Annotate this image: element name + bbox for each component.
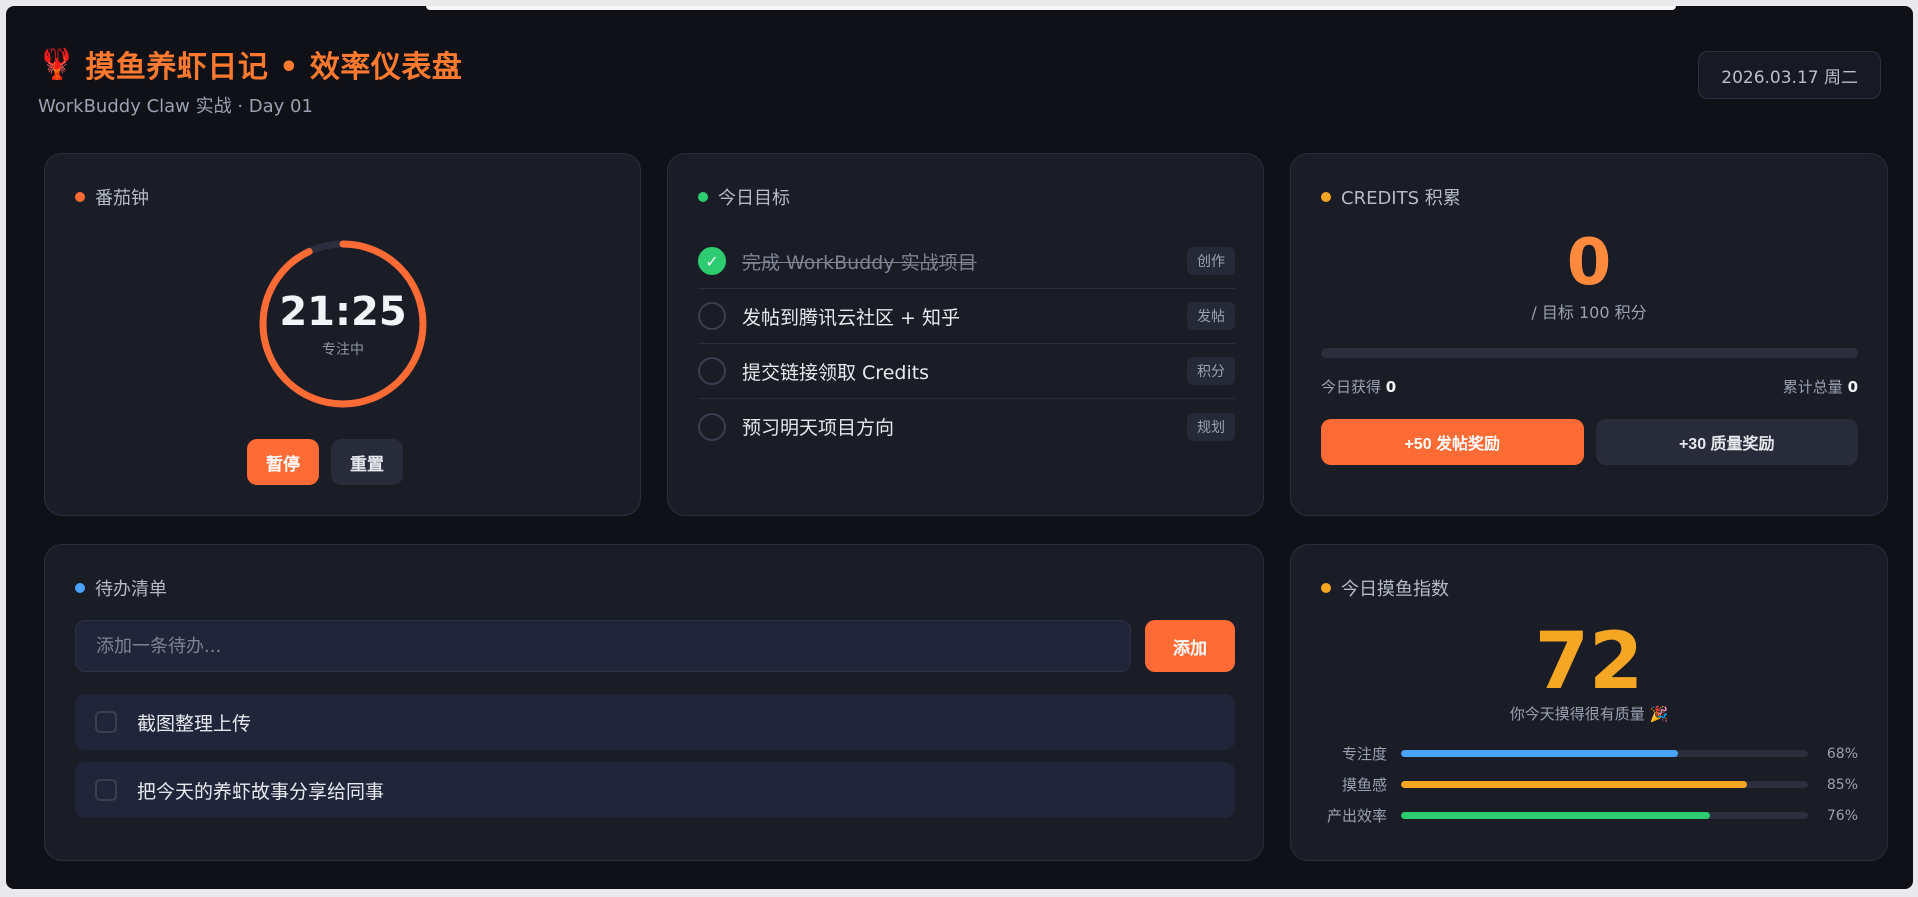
todo-checkbox[interactable] — [95, 779, 117, 801]
goal-item: 预习明天项目方向 规划 — [698, 399, 1235, 454]
metric-percent: 76% — [1826, 807, 1858, 824]
todo-checkbox[interactable] — [95, 711, 117, 733]
pomodoro-controls: 暂停 重置 — [247, 439, 403, 485]
page-subtitle: WorkBuddy Claw 实战 · Day 01 — [38, 96, 313, 117]
total-earned: 累计总量 0 — [1783, 376, 1858, 397]
metric-track — [1401, 750, 1808, 757]
goal-item: ✓ 完成 WorkBuddy 实战项目 创作 — [698, 234, 1235, 289]
todo-item: 截图整理上传 — [75, 694, 1235, 750]
page-title: 🦞 摸鱼养虾日记 • 效率仪表盘 — [38, 42, 462, 86]
metric-percent: 85% — [1826, 776, 1858, 793]
credits-value: 0 — [1566, 226, 1612, 300]
todo-card: 待办清单 添加 截图整理上传 把今天的养虾故事分享给同事 — [44, 544, 1264, 861]
credits-stats: 今日获得 0 累计总量 0 — [1321, 376, 1858, 397]
today-earned: 今日获得 0 — [1321, 376, 1396, 397]
goal-text: 提交链接领取 Credits — [742, 361, 930, 384]
metric-fill — [1401, 812, 1711, 819]
timer-status: 专注中 — [322, 342, 364, 358]
fishing-title: 今日摸鱼指数 — [1341, 579, 1449, 600]
goal-checkbox[interactable] — [698, 412, 726, 441]
metric-percent: 68% — [1826, 745, 1858, 762]
quality-reward-button[interactable]: +30 质量奖励 — [1595, 419, 1858, 465]
lobster-icon: 🦞 — [38, 46, 76, 82]
goal-checkbox[interactable]: ✓ — [698, 247, 726, 275]
today-earned-value: 0 — [1385, 378, 1397, 396]
total-earned-value: 0 — [1847, 378, 1858, 396]
credits-actions: +50 发帖奖励 +30 质量奖励 — [1321, 419, 1858, 465]
credits-card-header: CREDITS 积累 — [1321, 184, 1461, 210]
credits-goal: / 目标 100 积分 — [1531, 303, 1647, 322]
goal-text: 完成 WorkBuddy 实战项目 — [742, 251, 977, 274]
timer-display: 21:25 — [279, 289, 407, 335]
goal-text: 发帖到腾讯云社区 + 知乎 — [742, 306, 960, 329]
metric-list: 专注度 68% 摸鱼感 85% 产出效率 76% — [1321, 738, 1858, 831]
goals-title: 今日目标 — [718, 188, 790, 209]
goals-card: 今日目标 ✓ 完成 WorkBuddy 实战项目 创作 发帖到腾讯云社区 + 知… — [667, 153, 1264, 516]
pomodoro-title: 番茄钟 — [95, 188, 149, 209]
reset-button[interactable]: 重置 — [331, 439, 403, 485]
todo-card-header: 待办清单 — [75, 575, 167, 601]
post-reward-button[interactable]: +50 发帖奖励 — [1321, 419, 1584, 465]
goal-tag: 发帖 — [1187, 302, 1235, 330]
metric-row: 专注度 68% — [1321, 738, 1858, 769]
goals-dot — [698, 192, 708, 202]
fishing-index-card: 今日摸鱼指数 72 你今天摸得很有质量 🎉 专注度 68% 摸鱼感 85% 产出… — [1290, 544, 1888, 861]
goal-text: 预习明天项目方向 — [742, 417, 895, 439]
metric-fill — [1401, 750, 1678, 757]
todo-list: 截图整理上传 把今天的养虾故事分享给同事 — [75, 694, 1235, 830]
pomodoro-card: 番茄钟 21:25 专注中 暂停 重置 — [44, 153, 641, 516]
metric-fill — [1401, 781, 1747, 788]
todo-item: 把今天的养虾故事分享给同事 — [75, 762, 1235, 818]
metric-row: 产出效率 76% — [1321, 800, 1858, 831]
goal-checkbox[interactable] — [698, 357, 726, 385]
metric-track — [1401, 781, 1808, 788]
fishing-index-value: 72 — [1534, 617, 1644, 707]
metric-label: 专注度 — [1341, 745, 1387, 763]
page-title-text: 摸鱼养虾日记 • 效率仪表盘 — [85, 50, 463, 85]
app-window: 🦞 摸鱼养虾日记 • 效率仪表盘 WorkBuddy Claw 实战 · Day… — [6, 6, 1913, 889]
credits-dot — [1321, 192, 1331, 202]
goal-item: 发帖到腾讯云社区 + 知乎 发帖 — [698, 289, 1235, 344]
today-earned-label: 今日获得 — [1321, 378, 1382, 396]
todo-input[interactable] — [75, 620, 1131, 672]
pomodoro-center: 21:25 专注中 — [255, 236, 431, 412]
todo-dot — [75, 583, 85, 593]
metric-label: 摸鱼感 — [1341, 776, 1387, 794]
goal-tag: 规划 — [1187, 412, 1235, 441]
window-top-strip — [426, 6, 1676, 10]
metric-row: 摸鱼感 85% — [1321, 769, 1858, 800]
goals-card-header: 今日目标 — [698, 184, 790, 210]
todo-text: 把今天的养虾故事分享给同事 — [137, 780, 385, 803]
credits-card: CREDITS 积累 0 / 目标 100 积分 今日获得 0 累计总量 0 +… — [1290, 153, 1888, 516]
pause-button[interactable]: 暂停 — [247, 439, 319, 485]
fishing-card-header: 今日摸鱼指数 — [1321, 575, 1449, 601]
metric-label: 产出效率 — [1326, 807, 1387, 825]
todo-input-row: 添加 — [75, 620, 1235, 672]
goal-tag: 创作 — [1187, 247, 1235, 275]
total-earned-label: 累计总量 — [1782, 378, 1843, 396]
add-todo-button[interactable]: 添加 — [1145, 620, 1235, 672]
goal-checkbox[interactable] — [698, 302, 726, 330]
pomodoro-card-header: 番茄钟 — [75, 184, 149, 210]
credits-title: CREDITS 积累 — [1341, 188, 1461, 209]
metric-track — [1401, 812, 1808, 819]
credits-progress-bar — [1321, 348, 1858, 358]
todo-title: 待办清单 — [95, 579, 167, 600]
goal-item: 提交链接领取 Credits 积分 — [698, 344, 1235, 399]
date-badge: 2026.03.17 周二 — [1698, 51, 1881, 99]
page-header: 🦞 摸鱼养虾日记 • 效率仪表盘 WorkBuddy Claw 实战 · Day… — [38, 42, 462, 118]
pomodoro-dot — [75, 192, 85, 202]
fishing-message: 你今天摸得很有质量 🎉 — [1509, 705, 1669, 723]
goal-list: ✓ 完成 WorkBuddy 实战项目 创作 发帖到腾讯云社区 + 知乎 发帖 … — [698, 234, 1235, 454]
fishing-dot — [1321, 583, 1331, 593]
goal-tag: 积分 — [1187, 357, 1235, 385]
todo-text: 截图整理上传 — [137, 712, 252, 735]
